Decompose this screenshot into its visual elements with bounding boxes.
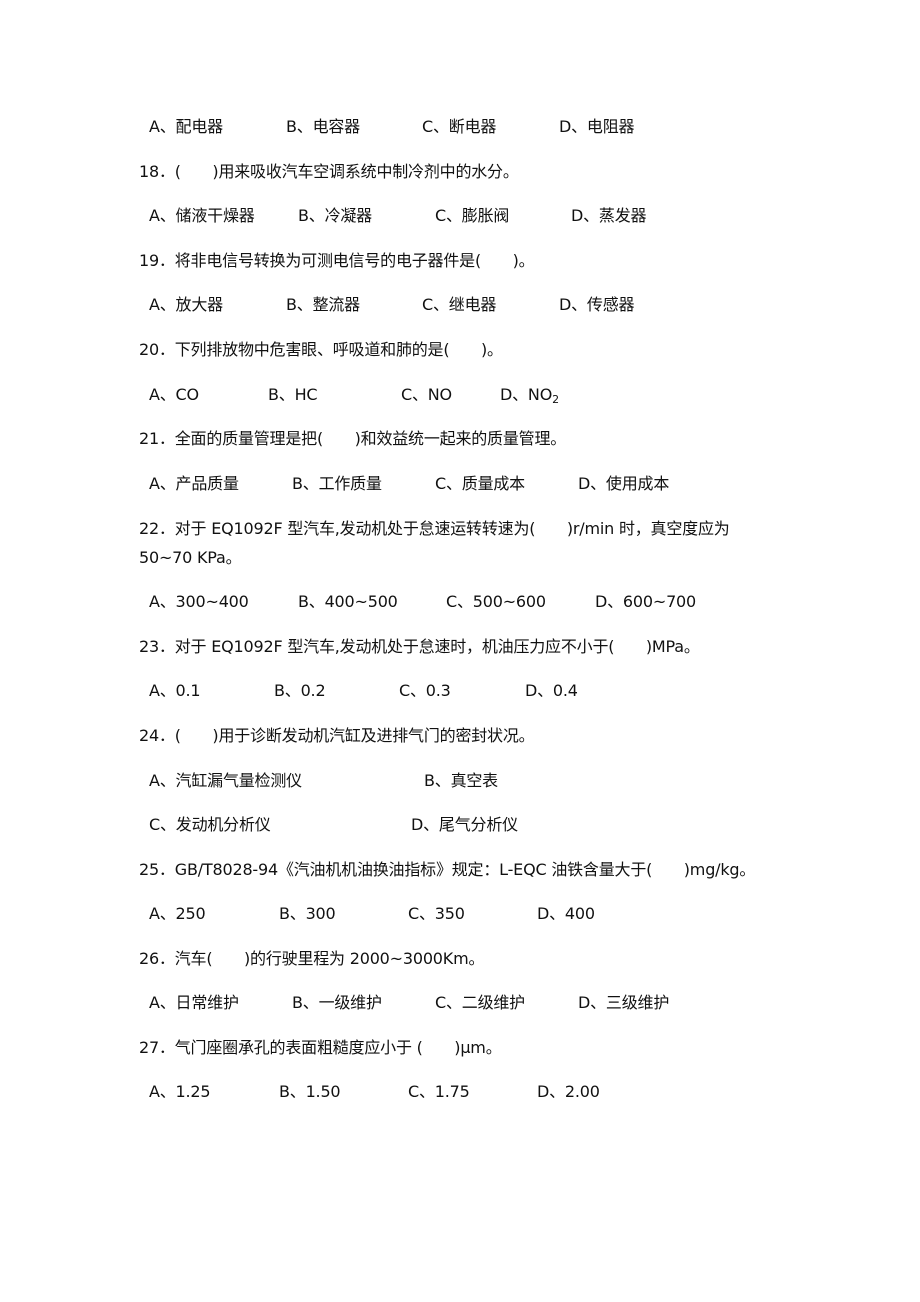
question-22-cont: 50~70 KPa。 (0, 546, 920, 570)
question-23: 23．对于 EQ1092F 型汽车,发动机处于怠速时，机油压力应不小于( )MP… (0, 635, 920, 659)
option-b: B、0.2 (274, 681, 326, 700)
question-text: 21．全面的质量管理是把( )和效益统一起来的质量管理。 (139, 429, 567, 448)
option-row-q24-ab: A、汽缸漏气量检测仪 B、真空表 (0, 769, 920, 793)
option-row-q21: A、产品质量 B、工作质量 C、质量成本 D、使用成本 (0, 472, 920, 496)
option-b: B、冷凝器 (298, 206, 372, 225)
option-row-q26: A、日常维护 B、一级维护 C、二级维护 D、三级维护 (0, 991, 920, 1015)
option-a: A、汽缸漏气量检测仪 (149, 771, 302, 790)
option-c: C、1.75 (408, 1082, 470, 1101)
option-d: D、600~700 (595, 592, 697, 611)
option-row-q19: A、放大器 B、整流器 C、继电器 D、传感器 (0, 293, 920, 317)
option-a: A、0.1 (149, 681, 201, 700)
option-a: A、250 (149, 904, 206, 923)
option-b: B、1.50 (279, 1082, 341, 1101)
option-c: C、500~600 (446, 592, 546, 611)
option-b: B、300 (279, 904, 336, 923)
question-text: 18．( )用来吸收汽车空调系统中制冷剂中的水分。 (139, 162, 519, 181)
option-c: C、断电器 (422, 117, 497, 136)
question-26: 26．汽车( )的行驶里程为 2000~3000Km。 (0, 947, 920, 971)
option-c: C、继电器 (422, 295, 497, 314)
option-d: D、蒸发器 (571, 206, 647, 225)
option-b: B、真空表 (424, 771, 498, 790)
option-row-q20: A、CO B、HC C、NO D、NO2 (0, 383, 920, 407)
option-a: A、300~400 (149, 592, 249, 611)
option-d: D、传感器 (559, 295, 635, 314)
question-22: 22．对于 EQ1092F 型汽车,发动机处于怠速运转转速为( )r/min 时… (0, 517, 920, 541)
question-20: 20．下列排放物中危害眼、呼吸道和肺的是( )。 (0, 338, 920, 362)
option-row-q24-cd: C、发动机分析仪 D、尾气分析仪 (0, 813, 920, 837)
option-b: B、一级维护 (292, 993, 382, 1012)
option-row-q23: A、0.1 B、0.2 C、0.3 D、0.4 (0, 679, 920, 703)
option-d: D、2.00 (537, 1082, 600, 1101)
option-d: D、400 (537, 904, 595, 923)
option-row-q22: A、300~400 B、400~500 C、500~600 D、600~700 (0, 590, 920, 614)
option-c: C、二级维护 (435, 993, 525, 1012)
option-c: C、发动机分析仪 (149, 815, 271, 834)
subscript: 2 (552, 393, 559, 406)
option-b: B、电容器 (286, 117, 360, 136)
question-18: 18．( )用来吸收汽车空调系统中制冷剂中的水分。 (0, 160, 920, 184)
option-c: C、NO (401, 385, 452, 404)
option-d: D、电阻器 (559, 117, 635, 136)
option-row-q27: A、1.25 B、1.50 C、1.75 D、2.00 (0, 1080, 920, 1104)
question-25: 25．GB/T8028-94《汽油机机油换油指标》规定：L-EQC 油铁含量大于… (0, 858, 920, 882)
question-text: 22．对于 EQ1092F 型汽车,发动机处于怠速运转转速为( )r/min 时… (139, 519, 730, 538)
question-text: 20．下列排放物中危害眼、呼吸道和肺的是( )。 (139, 340, 503, 359)
option-d-text: D、NO (500, 385, 553, 404)
option-a: A、CO (149, 385, 199, 404)
option-c: C、350 (408, 904, 465, 923)
question-text-continued: 50~70 KPa。 (139, 548, 242, 567)
question-text: 27．气门座圈承孔的表面粗糙度应小于 ( )μm。 (139, 1038, 502, 1057)
option-d: D、尾气分析仪 (411, 815, 518, 834)
option-d: D、NO2 (500, 383, 559, 412)
option-c: C、0.3 (399, 681, 451, 700)
option-d: D、三级维护 (578, 993, 670, 1012)
option-a: A、配电器 (149, 117, 223, 136)
question-19: 19．将非电信号转换为可测电信号的电子器件是( )。 (0, 249, 920, 273)
question-text: 19．将非电信号转换为可测电信号的电子器件是( )。 (139, 251, 535, 270)
option-a: A、储液干燥器 (149, 206, 255, 225)
question-21: 21．全面的质量管理是把( )和效益统一起来的质量管理。 (0, 427, 920, 451)
option-a: A、日常维护 (149, 993, 239, 1012)
option-row-q25: A、250 B、300 C、350 D、400 (0, 902, 920, 926)
option-b: B、工作质量 (292, 474, 382, 493)
option-a: A、1.25 (149, 1082, 211, 1101)
option-b: B、400~500 (298, 592, 398, 611)
option-a: A、产品质量 (149, 474, 239, 493)
option-a: A、放大器 (149, 295, 223, 314)
question-text: 24．( )用于诊断发动机汽缸及进排气门的密封状况。 (139, 726, 535, 745)
question-text: 23．对于 EQ1092F 型汽车,发动机处于怠速时，机油压力应不小于( )MP… (139, 637, 700, 656)
option-c: C、膨胀阀 (435, 206, 510, 225)
option-c: C、质量成本 (435, 474, 525, 493)
question-text: 26．汽车( )的行驶里程为 2000~3000Km。 (139, 949, 485, 968)
question-27: 27．气门座圈承孔的表面粗糙度应小于 ( )μm。 (0, 1036, 920, 1060)
question-24: 24．( )用于诊断发动机汽缸及进排气门的密封状况。 (0, 724, 920, 748)
option-d: D、0.4 (525, 681, 578, 700)
question-text: 25．GB/T8028-94《汽油机机油换油指标》规定：L-EQC 油铁含量大于… (139, 860, 756, 879)
option-row-q17: A、配电器 B、电容器 C、断电器 D、电阻器 (0, 115, 920, 139)
option-d: D、使用成本 (578, 474, 670, 493)
option-b: B、整流器 (286, 295, 360, 314)
option-b: B、HC (268, 385, 318, 404)
option-row-q18: A、储液干燥器 B、冷凝器 C、膨胀阀 D、蒸发器 (0, 204, 920, 228)
